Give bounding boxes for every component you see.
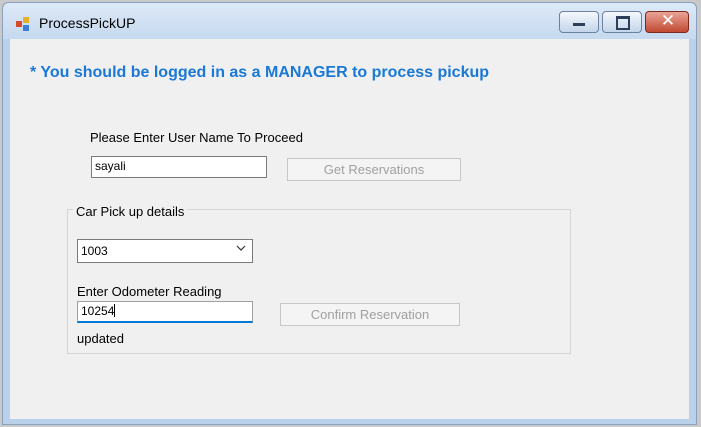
window-title: ProcessPickUP (39, 15, 136, 31)
username-value: sayali (95, 159, 126, 173)
car-select-value: 1003 (81, 244, 108, 258)
odometer-input[interactable]: 10254 (77, 301, 253, 323)
maximize-button[interactable] (602, 11, 642, 33)
minimize-button[interactable] (559, 11, 599, 33)
odometer-label: Enter Odometer Reading (77, 284, 222, 299)
group-title: Car Pick up details (73, 204, 188, 219)
close-button[interactable]: ✕ (645, 11, 689, 33)
car-select[interactable]: 1003 (77, 239, 253, 263)
form-client-area: * You should be logged in as a MANAGER t… (10, 39, 689, 419)
app-window: ProcessPickUP ✕ * You should be logged i… (2, 2, 697, 425)
odometer-value: 10254 (81, 304, 115, 318)
text-caret (114, 304, 116, 317)
manager-warning: * You should be logged in as a MANAGER t… (30, 64, 490, 81)
title-bar[interactable]: ProcessPickUP ✕ (3, 3, 696, 39)
close-icon: ✕ (660, 11, 676, 31)
maximize-icon (616, 16, 630, 30)
car-pickup-group (67, 209, 571, 354)
status-text: updated (77, 331, 124, 346)
username-label: Please Enter User Name To Proceed (90, 130, 303, 145)
get-reservations-button[interactable]: Get Reservations (287, 158, 461, 181)
minimize-icon (573, 23, 585, 26)
chevron-down-icon (236, 245, 246, 251)
username-input[interactable]: sayali (91, 156, 267, 178)
app-icon (16, 17, 29, 31)
confirm-reservation-button[interactable]: Confirm Reservation (280, 303, 460, 326)
